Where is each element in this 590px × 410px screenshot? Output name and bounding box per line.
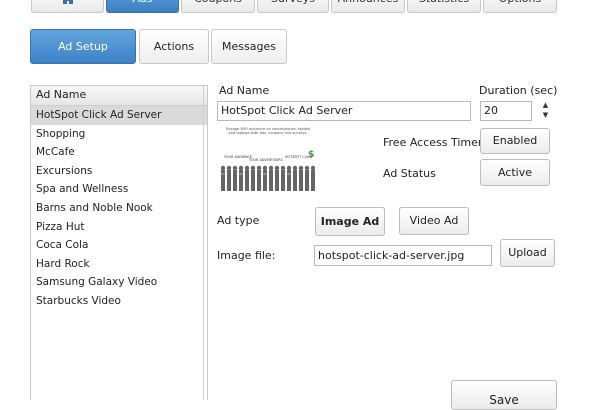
- video-ad-button[interactable]: Video Ad: [399, 207, 469, 235]
- list-item[interactable]: Coca Cola: [31, 236, 207, 255]
- list-item[interactable]: Excursions: [31, 162, 207, 181]
- tab-ad-setup[interactable]: Ad Setup: [30, 29, 136, 64]
- list-item[interactable]: Pizza Hut: [31, 218, 207, 237]
- tab-options[interactable]: Options: [483, 0, 557, 13]
- list-item[interactable]: Starbucks Video: [31, 292, 207, 311]
- tab-home[interactable]: [31, 0, 104, 13]
- list-item[interactable]: HotSpot Click Ad Server: [31, 106, 207, 125]
- tab-announces[interactable]: Announces: [331, 0, 405, 13]
- image-ad-button[interactable]: Image Ad: [315, 207, 385, 236]
- free-access-toggle-button[interactable]: Enabled: [480, 128, 550, 154]
- list-item[interactable]: Spa and Wellness: [31, 180, 207, 199]
- crowd-illustration: [220, 165, 316, 191]
- list-item[interactable]: Shopping: [31, 125, 207, 144]
- list-item[interactable]: McCafe: [31, 143, 207, 162]
- tab-statistics[interactable]: Statistics: [407, 0, 481, 13]
- ad-name-input[interactable]: HotSpot Click Ad Server: [217, 101, 471, 121]
- home-icon: [60, 0, 75, 4]
- free-access-label: Free Access Timer: [383, 136, 483, 149]
- tab-messages[interactable]: Messages: [211, 29, 287, 64]
- thumbnail-flow-1: YOUR AUDIENCE: [224, 155, 253, 159]
- save-button-label: Save: [489, 393, 519, 407]
- ad-type-label: Ad type: [217, 214, 260, 227]
- upload-button[interactable]: Upload: [500, 239, 555, 267]
- list-item[interactable]: Barns and Noble Nook: [31, 199, 207, 218]
- spin-up-icon[interactable]: ▲: [541, 101, 550, 110]
- ad-image-preview: Engage WiFi audience on smartphones, tab…: [219, 126, 316, 192]
- list-divider: [203, 86, 204, 400]
- image-file-input[interactable]: hotspot-click-ad-server.jpg: [314, 245, 492, 266]
- tab-ads[interactable]: Ads: [106, 0, 179, 13]
- image-file-label: Image file:: [217, 249, 276, 262]
- tab-coupons[interactable]: Coupons: [181, 0, 255, 13]
- save-button[interactable]: Save: [451, 380, 557, 410]
- tab-actions[interactable]: Actions: [139, 29, 209, 64]
- spin-down-icon[interactable]: ▼: [541, 111, 550, 120]
- thumbnail-dollar: $: [308, 150, 315, 160]
- thumbnail-caption: Engage WiFi audience on smartphones, tab…: [225, 127, 311, 136]
- ad-status-label: Ad Status: [383, 167, 436, 180]
- ad-list: Ad Name HotSpot Click Ad Server Shopping…: [30, 85, 208, 400]
- ad-status-button[interactable]: Active: [480, 159, 550, 186]
- ad-name-label: Ad Name: [219, 84, 270, 97]
- list-item[interactable]: Samsung Galaxy Video: [31, 273, 207, 292]
- duration-label: Duration (sec): [479, 84, 558, 97]
- duration-input[interactable]: 20: [480, 101, 532, 121]
- tab-surveys[interactable]: Surveys: [257, 0, 329, 13]
- thumbnail-flow-2: YOUR ADVERTISERS: [249, 158, 283, 162]
- list-item[interactable]: Hard Rock: [31, 255, 207, 274]
- list-header-ad-name[interactable]: Ad Name: [31, 86, 207, 106]
